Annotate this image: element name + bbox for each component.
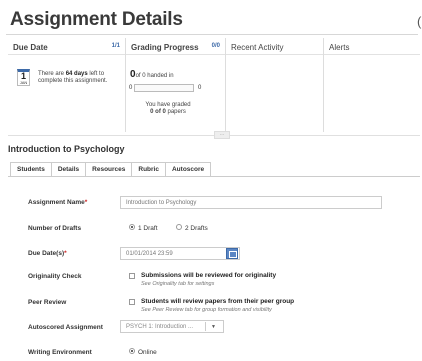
originality-subtext: See Originality tab for settings: [141, 281, 215, 287]
progress-max: 0: [198, 85, 202, 91]
grading-progress-count[interactable]: 0/0: [212, 43, 220, 49]
recent-activity-panel: Recent Activity: [226, 38, 324, 132]
graded-text: You have graded 0 of 0 papers: [145, 102, 191, 115]
drafts-label: Number of Drafts: [28, 225, 82, 232]
handed-in-text: 0of 0 handed in: [130, 69, 174, 80]
peer-review-text: Students will review papers from their p…: [141, 298, 295, 305]
header-overflow-icon: (: [417, 14, 422, 29]
chevron-down-icon: ▼: [211, 324, 216, 330]
due-dates-label: Due Date(s)*: [28, 250, 67, 257]
page-title: Assignment Details: [10, 9, 183, 30]
due-date-text: There are 64 days left to complete this …: [38, 71, 108, 84]
autoscored-label: Autoscored Assignment: [28, 324, 103, 331]
alerts-panel: Alerts: [324, 38, 420, 132]
course-title: Introduction to Psychology: [8, 144, 125, 154]
grading-progress-panel: Grading Progress 0/0 0of 0 handed in 0 0…: [126, 38, 226, 132]
assignment-name-label: Assignment Name*: [28, 199, 88, 206]
writing-env-label: Writing Environment: [28, 349, 92, 356]
tab-details[interactable]: Details: [50, 162, 87, 176]
progress-min: 0: [129, 85, 133, 91]
radio-selected-icon: [129, 224, 135, 231]
title-divider: [6, 34, 418, 35]
calendar-icon: 1 JAN: [17, 69, 30, 86]
two-drafts-radio[interactable]: 2 Drafts: [176, 224, 208, 232]
panel-divider: [126, 54, 225, 55]
tab-rubric[interactable]: Rubric: [131, 162, 166, 176]
collapse-handle-icon[interactable]: ⋯: [214, 131, 230, 139]
autoscored-select[interactable]: PSYCH 1: Introduction ... ▼: [120, 320, 224, 333]
tab-students[interactable]: Students: [10, 162, 52, 176]
calendar-picker-icon[interactable]: [226, 248, 238, 259]
panel-divider: [226, 54, 323, 55]
peer-review-label: Peer Review: [28, 299, 67, 306]
tab-bar: Students Details Resources Rubric Autosc…: [10, 162, 212, 176]
originality-checkbox[interactable]: [129, 273, 135, 279]
originality-label: Originality Check: [28, 273, 82, 280]
online-radio[interactable]: Online: [129, 348, 157, 356]
recent-activity-heading: Recent Activity: [231, 43, 284, 52]
peer-review-subtext: See Peer Review tab for group formation …: [141, 307, 272, 313]
originality-text: Submissions will be reviewed for origina…: [141, 272, 277, 279]
tab-divider: [8, 176, 420, 177]
tab-autoscore[interactable]: Autoscore: [164, 162, 212, 176]
one-draft-radio[interactable]: 1 Draft: [129, 224, 158, 232]
grading-progress-heading: Grading Progress 0/0: [131, 43, 220, 52]
calendar-month: JAN: [19, 80, 28, 85]
select-separator: [205, 322, 206, 331]
panel-divider: [8, 54, 125, 55]
tab-resources[interactable]: Resources: [85, 162, 133, 176]
panel-divider: [324, 54, 420, 55]
due-date-panel: Due Date 1/1 1 JAN There are 64 days lef…: [8, 38, 126, 132]
peer-review-checkbox[interactable]: [129, 299, 135, 305]
assignment-name-input[interactable]: Introduction to Psychology: [120, 196, 382, 209]
grading-progress-bar: [134, 84, 194, 92]
due-date-input[interactable]: 01/01/2014 23:59: [120, 247, 240, 260]
alerts-heading: Alerts: [329, 43, 350, 52]
due-date-count[interactable]: 1/1: [112, 43, 120, 49]
radio-selected-icon: [129, 348, 135, 355]
radio-empty-icon: [176, 224, 182, 231]
due-date-heading: Due Date 1/1: [13, 43, 120, 52]
